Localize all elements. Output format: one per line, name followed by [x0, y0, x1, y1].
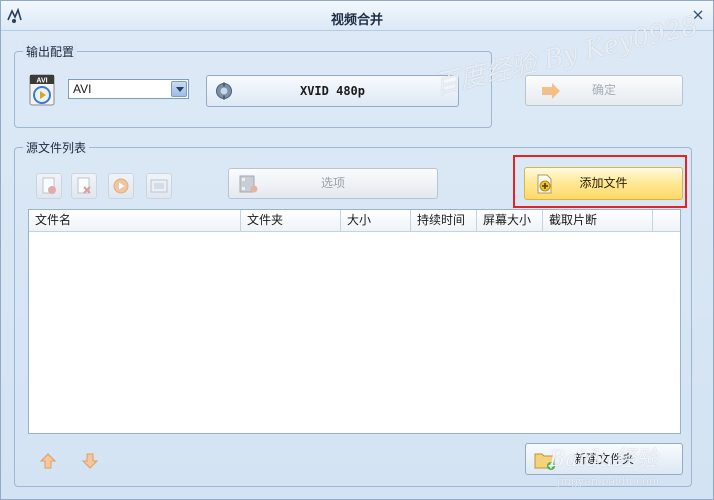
- clear-list-button[interactable]: [71, 173, 97, 199]
- column-header[interactable]: 大小: [341, 210, 411, 232]
- svg-text:AVI: AVI: [36, 78, 47, 85]
- remove-file-button[interactable]: [36, 173, 62, 199]
- column-header[interactable]: 文件夹: [241, 210, 341, 232]
- format-select[interactable]: AVI: [68, 79, 189, 99]
- chevron-down-icon[interactable]: [171, 81, 187, 97]
- source-list-label: 源文件列表: [23, 139, 90, 156]
- preview-button[interactable]: [146, 173, 172, 199]
- document-clear-icon: [77, 177, 91, 194]
- column-header[interactable]: 屏幕大小: [477, 210, 543, 232]
- preset-button[interactable]: XVID 480p: [206, 75, 459, 107]
- options-button[interactable]: 选项: [228, 168, 438, 199]
- column-header[interactable]: 截取片断: [543, 210, 653, 232]
- format-select-value: AVI: [73, 82, 92, 96]
- ok-button[interactable]: 确定: [525, 75, 683, 106]
- column-header[interactable]: 文件名: [29, 210, 241, 232]
- options-label: 选项: [320, 176, 345, 190]
- output-config-group: 输出配置 AVI AVI XVID 480p: [14, 43, 492, 128]
- preview-icon: [150, 179, 168, 193]
- add-file-label: 添加文件: [579, 176, 628, 190]
- add-file-button[interactable]: 添加文件: [524, 167, 683, 200]
- output-config-label: 输出配置: [23, 43, 78, 60]
- source-file-table[interactable]: 文件名 文件夹 大小 持续时间 屏幕大小 截取片断: [28, 209, 681, 434]
- preset-label: XVID 480p: [299, 84, 366, 98]
- column-header[interactable]: 持续时间: [411, 210, 477, 232]
- move-up-icon[interactable]: [39, 452, 57, 470]
- ok-label: 确定: [591, 83, 616, 97]
- move-down-icon[interactable]: [81, 452, 99, 470]
- play-icon: [113, 178, 129, 194]
- new-folder-icon: [534, 453, 555, 470]
- window-title: 视频合并: [330, 13, 383, 28]
- document-remove-icon: [42, 177, 56, 194]
- new-folder-button[interactable]: 新建文件夹: [525, 443, 683, 475]
- new-folder-label: 新建文件夹: [573, 452, 634, 466]
- table-header: 文件名 文件夹 大小 持续时间 屏幕大小 截取片断: [29, 210, 680, 232]
- video-merge-window: 视频合并 × 输出配置 AVI AVI XVID 480p 确定 源文件列表 选…: [0, 0, 714, 500]
- film-options-icon: [239, 175, 258, 193]
- gear-icon: [216, 82, 232, 100]
- title-bar: 视频合并 ×: [1, 1, 713, 31]
- close-button[interactable]: ×: [689, 6, 707, 24]
- arrow-right-icon: [542, 83, 560, 99]
- play-button[interactable]: [108, 173, 134, 199]
- avi-format-icon: AVI: [29, 74, 55, 106]
- add-file-icon: [537, 174, 552, 194]
